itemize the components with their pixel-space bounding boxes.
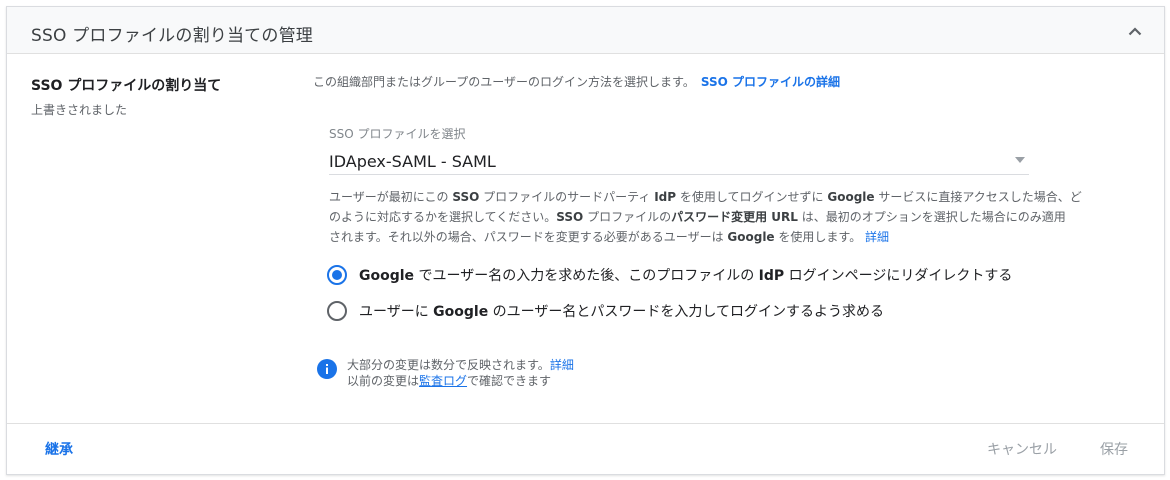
description-text: この組織部門またはグループのユーザーのログイン方法を選択します。 <box>313 75 695 89</box>
info-details-link[interactable]: 詳細 <box>550 358 574 372</box>
cancel-button[interactable]: キャンセル <box>987 439 1057 459</box>
sso-profile-details-link[interactable]: SSO プロファイルの詳細 <box>701 75 840 89</box>
audit-log-link[interactable]: 監査ログ <box>419 374 467 388</box>
help-details-link[interactable]: 詳細 <box>865 230 889 244</box>
section-title: SSO プロファイルの割り当て <box>31 78 222 94</box>
chevron-up-icon <box>1128 26 1142 35</box>
info-message: 大部分の変更は数分で反映されます。詳細 以前の変更は監査ログで確認できます <box>347 358 574 388</box>
radio-button-unchecked[interactable] <box>327 301 347 321</box>
save-button[interactable]: 保存 <box>1100 439 1128 459</box>
select-label: SSO プロファイルを選択 <box>329 127 466 141</box>
card-title: SSO プロファイルの割り当ての管理 <box>31 26 313 46</box>
radio-label: Google でユーザー名の入力を求めた後、このプロファイルの IdP ログイン… <box>359 268 1013 284</box>
sso-profile-card: SSO プロファイルの割り当ての管理 SSO プロファイルの割り当て 上書きされ… <box>6 6 1165 475</box>
collapse-button[interactable] <box>1124 20 1146 42</box>
radio-option-redirect-idp[interactable]: Google でユーザー名の入力を求めた後、このプロファイルの IdP ログイン… <box>327 263 1012 287</box>
select-value: IDApex-SAML - SAML <box>329 152 496 171</box>
section-description: この組織部門またはグループのユーザーのログイン方法を選択します。 SSO プロファ… <box>313 73 840 90</box>
radio-label: ユーザーに Google のユーザー名とパスワードを入力してログインするよう求め… <box>359 304 884 320</box>
dropdown-arrow-icon <box>1015 157 1025 163</box>
inherit-button[interactable]: 継承 <box>45 439 73 459</box>
section-status: 上書きされました <box>31 103 128 117</box>
radio-button-checked[interactable] <box>327 265 347 285</box>
radio-option-google-login[interactable]: ユーザーに Google のユーザー名とパスワードを入力してログインするよう求め… <box>327 299 884 323</box>
card-header[interactable]: SSO プロファイルの割り当ての管理 <box>7 7 1164 54</box>
info-icon <box>317 359 337 379</box>
sso-profile-select[interactable]: IDApex-SAML - SAML <box>329 145 1029 175</box>
footer-divider <box>7 423 1164 424</box>
help-text: ユーザーが最初にこの SSO プロファイルのサードパーティ IdP を使用してロ… <box>329 190 1082 244</box>
